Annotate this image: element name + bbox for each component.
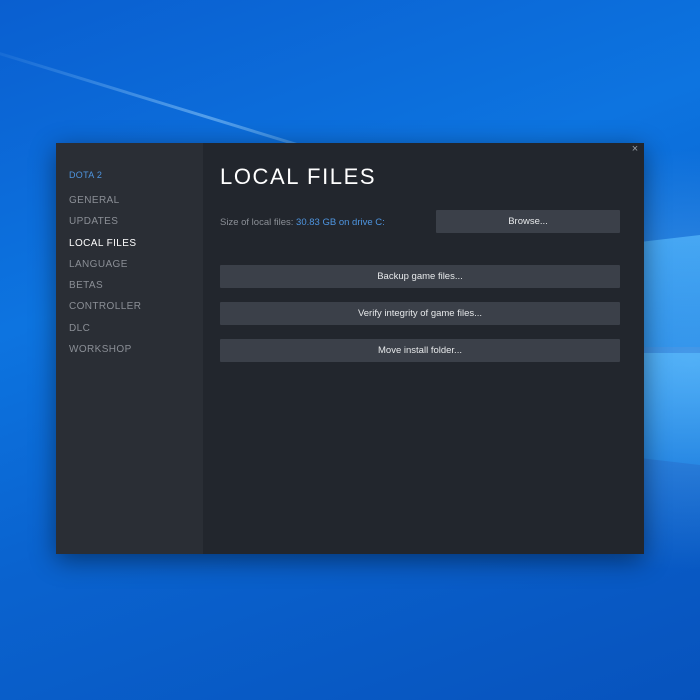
backup-game-files-button[interactable]: Backup game files... — [220, 265, 620, 288]
page-title: LOCAL FILES — [220, 164, 377, 189]
sidebar-item-updates[interactable]: UPDATES — [69, 215, 141, 236]
local-files-size: Size of local files: 30.83 GB on drive C… — [220, 217, 385, 228]
game-title: DOTA 2 — [69, 170, 103, 180]
close-icon[interactable]: × — [629, 143, 641, 155]
sidebar-item-betas[interactable]: BETAS — [69, 279, 141, 300]
sidebar: DOTA 2 GENERAL UPDATES LOCAL FILES LANGU… — [56, 143, 203, 554]
game-properties-window: DOTA 2 GENERAL UPDATES LOCAL FILES LANGU… — [56, 143, 644, 554]
windows-logo-icon — [642, 235, 700, 465]
windows-logo-pane-bottom — [642, 353, 700, 465]
local-files-panel: LOCAL FILES Size of local files: 30.83 G… — [220, 143, 630, 554]
windows-logo-pane-top — [642, 235, 700, 347]
desktop-background: DOTA 2 GENERAL UPDATES LOCAL FILES LANGU… — [0, 0, 700, 700]
sidebar-item-workshop[interactable]: WORKSHOP — [69, 343, 141, 364]
size-label: Size of local files: — [220, 217, 294, 228]
sidebar-item-dlc[interactable]: DLC — [69, 322, 141, 343]
move-install-folder-button[interactable]: Move install folder... — [220, 339, 620, 362]
sidebar-item-controller[interactable]: CONTROLLER — [69, 300, 141, 321]
verify-integrity-button[interactable]: Verify integrity of game files... — [220, 302, 620, 325]
browse-button[interactable]: Browse... — [436, 210, 620, 233]
sidebar-item-general[interactable]: GENERAL — [69, 194, 141, 215]
sidebar-item-language[interactable]: LANGUAGE — [69, 258, 141, 279]
size-value: 30.83 GB on drive C: — [296, 217, 385, 228]
sidebar-nav: GENERAL UPDATES LOCAL FILES LANGUAGE BET… — [69, 194, 141, 364]
sidebar-item-local-files[interactable]: LOCAL FILES — [69, 237, 141, 258]
